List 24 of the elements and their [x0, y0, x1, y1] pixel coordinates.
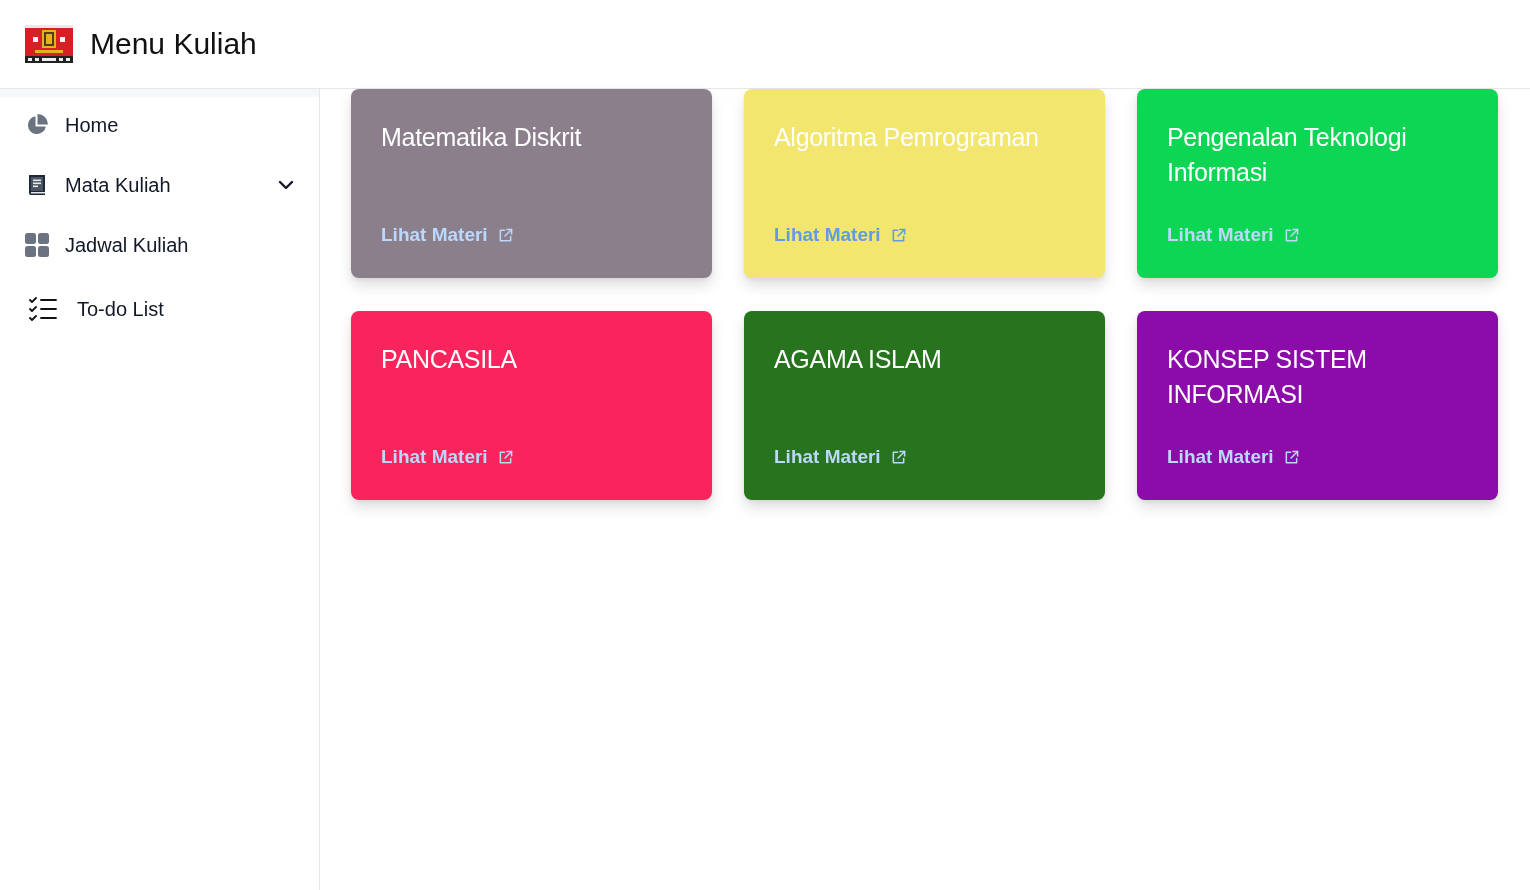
- materials-link[interactable]: Lihat Materi: [381, 445, 513, 469]
- course-title: KONSEP SISTEM INFORMASI: [1167, 344, 1368, 410]
- materials-link[interactable]: Lihat Materi: [1167, 445, 1299, 469]
- sidebar-item[interactable]: Mata Kuliah: [25, 157, 294, 213]
- course-title: AGAMA ISLAM: [774, 344, 942, 375]
- external-link-icon: [890, 227, 906, 243]
- sidebar-item[interactable]: Jadwal Kuliah: [25, 217, 294, 273]
- sidebar-item[interactable]: To-do List: [25, 281, 294, 337]
- course-title: Algoritma Pemrograman: [774, 122, 1039, 153]
- sidebar-item[interactable]: Home: [25, 97, 294, 153]
- external-link-icon: [890, 449, 906, 465]
- grid-icon: [25, 233, 49, 257]
- course-title: Matematika Diskrit: [381, 122, 582, 153]
- external-link-icon: [1283, 227, 1299, 243]
- course-title: Pengenalan Teknologi Informasi: [1167, 122, 1408, 188]
- course-title: PANCASILA: [381, 344, 517, 375]
- materials-link[interactable]: Lihat Materi: [774, 445, 906, 469]
- external-link-icon: [497, 449, 513, 465]
- pie-chart-icon: [25, 113, 49, 137]
- checklist-icon: [29, 297, 57, 321]
- external-link-icon: [1283, 449, 1299, 465]
- emblem-logo: [25, 25, 73, 63]
- external-link-icon: [497, 227, 513, 243]
- app-title: Menu Kuliah: [90, 26, 257, 62]
